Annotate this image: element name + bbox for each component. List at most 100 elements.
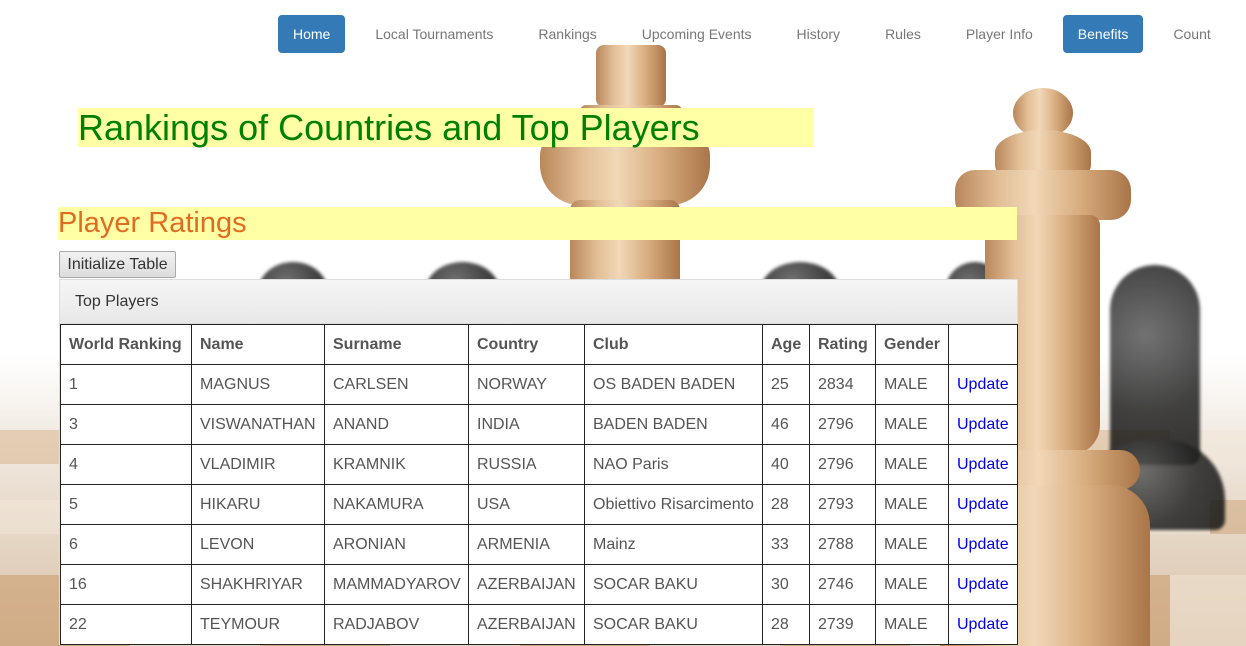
cell-club: NAO Paris <box>584 444 763 485</box>
cell-country: ARMENIA <box>468 524 585 565</box>
update-link[interactable]: Update <box>957 616 1009 633</box>
cell-surname: MAMMADYAROV <box>324 564 469 605</box>
cell-surname: ANAND <box>324 404 469 445</box>
cell-country: AZERBAIJAN <box>468 604 585 645</box>
cell-country: RUSSIA <box>468 444 585 485</box>
col-rating: Rating <box>809 324 876 365</box>
players-table: World Ranking Name Surname Country Club … <box>60 324 1018 645</box>
cell-age: 28 <box>762 484 810 525</box>
cell-ranking: 16 <box>60 564 192 605</box>
cell-country: AZERBAIJAN <box>468 564 585 605</box>
cell-surname: RADJABOV <box>324 604 469 645</box>
cell-ranking: 5 <box>60 484 192 525</box>
cell-surname: CARLSEN <box>324 364 469 405</box>
nav-rankings[interactable]: Rankings <box>523 15 611 53</box>
col-action <box>948 324 1018 365</box>
cell-name: LEVON <box>191 524 325 565</box>
cell-name: SHAKHRIYAR <box>191 564 325 605</box>
main-nav: Home Local Tournaments Rankings Upcoming… <box>278 15 1241 53</box>
cell-rating: 2746 <box>809 564 876 605</box>
table-row: 22 TEYMOUR RADJABOV AZERBAIJAN SOCAR BAKU 28 2… <box>60 604 1018 645</box>
cell-gender: MALE <box>875 564 949 605</box>
cell-rating: 2793 <box>809 484 876 525</box>
cell-age: 40 <box>762 444 810 485</box>
table-header-row: World Ranking Name Surname Country Club … <box>60 324 1018 365</box>
col-name: Name <box>191 324 325 365</box>
cell-age: 46 <box>762 404 810 445</box>
cell-action: Update <box>948 404 1018 445</box>
cell-name: VISWANATHAN <box>191 404 325 445</box>
cell-ranking: 1 <box>60 364 192 405</box>
cell-name: VLADIMIR <box>191 444 325 485</box>
col-club: Club <box>584 324 763 365</box>
cell-gender: MALE <box>875 524 949 565</box>
cell-club: SOCAR BAKU <box>584 604 763 645</box>
cell-club: SOCAR BAKU <box>584 564 763 605</box>
cell-country: USA <box>468 484 585 525</box>
cell-surname: NAKAMURA <box>324 484 469 525</box>
col-gender: Gender <box>875 324 949 365</box>
cell-club: Obiettivo Risarcimento <box>584 484 763 525</box>
cell-rating: 2739 <box>809 604 876 645</box>
update-link[interactable]: Update <box>957 456 1009 473</box>
cell-club: Mainz <box>584 524 763 565</box>
cell-rating: 2788 <box>809 524 876 565</box>
cell-action: Update <box>948 444 1018 485</box>
initialize-table-button[interactable]: Initialize Table <box>59 251 176 278</box>
cell-surname: ARONIAN <box>324 524 469 565</box>
cell-action: Update <box>948 484 1018 525</box>
nav-player-info[interactable]: Player Info <box>951 15 1048 53</box>
section-title: Player Ratings <box>58 207 1017 240</box>
cell-gender: MALE <box>875 484 949 525</box>
cell-surname: KRAMNIK <box>324 444 469 485</box>
col-surname: Surname <box>324 324 469 365</box>
cell-age: 25 <box>762 364 810 405</box>
cell-ranking: 3 <box>60 404 192 445</box>
cell-action: Update <box>948 564 1018 605</box>
table-row: 6 LEVON ARONIAN ARMENIA Mainz 33 2788 MALE Updat… <box>60 524 1018 565</box>
cell-country: NORWAY <box>468 364 585 405</box>
col-world-ranking: World Ranking <box>60 324 192 365</box>
cell-club: BADEN BADEN <box>584 404 763 445</box>
update-link[interactable]: Update <box>957 536 1009 553</box>
cell-action: Update <box>948 604 1018 645</box>
cell-ranking: 22 <box>60 604 192 645</box>
cell-ranking: 6 <box>60 524 192 565</box>
nav-count[interactable]: Count <box>1158 15 1225 53</box>
cell-age: 28 <box>762 604 810 645</box>
nav-home[interactable]: Home <box>278 15 346 53</box>
update-link[interactable]: Update <box>957 376 1009 393</box>
cell-club: OS BADEN BADEN <box>584 364 763 405</box>
table-row: 3 VISWANATHAN ANAND INDIA BADEN BADEN 46 2796 M… <box>60 404 1018 445</box>
cell-rating: 2834 <box>809 364 876 405</box>
cell-action: Update <box>948 364 1018 405</box>
cell-name: HIKARU <box>191 484 325 525</box>
table-row: 5 HIKARU NAKAMURA USA Obiettivo Risarcimento… <box>60 484 1018 525</box>
panel-heading: Top Players <box>60 280 1017 324</box>
nav-rules[interactable]: Rules <box>870 15 936 53</box>
col-age: Age <box>762 324 810 365</box>
cell-age: 30 <box>762 564 810 605</box>
nav-upcoming-events[interactable]: Upcoming Events <box>627 15 767 53</box>
cell-age: 33 <box>762 524 810 565</box>
cell-action: Update <box>948 524 1018 565</box>
top-players-panel: Top Players World Ranking Name Surname C… <box>59 279 1018 645</box>
cell-gender: MALE <box>875 604 949 645</box>
update-link[interactable]: Update <box>957 576 1009 593</box>
table-row: 1 MAGNUS CARLSEN NORWAY OS BADEN BADEN 25 2834… <box>60 364 1018 405</box>
nav-benefits[interactable]: Benefits <box>1062 15 1144 53</box>
table-row: 16 SHAKHRIYAR MAMMADYAROV AZERBAIJAN SOCAR B… <box>60 564 1018 605</box>
col-country: Country <box>468 324 585 365</box>
cell-country: INDIA <box>468 404 585 445</box>
update-link[interactable]: Update <box>957 416 1009 433</box>
cell-rating: 2796 <box>809 444 876 485</box>
nav-history[interactable]: History <box>782 15 856 53</box>
nav-local-tournaments[interactable]: Local Tournaments <box>360 15 508 53</box>
cell-rating: 2796 <box>809 404 876 445</box>
cell-gender: MALE <box>875 444 949 485</box>
cell-gender: MALE <box>875 404 949 445</box>
table-row: 4 VLADIMIR KRAMNIK RUSSIA NAO Paris 40 2796 MAL… <box>60 444 1018 485</box>
update-link[interactable]: Update <box>957 496 1009 513</box>
cell-name: TEYMOUR <box>191 604 325 645</box>
cell-ranking: 4 <box>60 444 192 485</box>
